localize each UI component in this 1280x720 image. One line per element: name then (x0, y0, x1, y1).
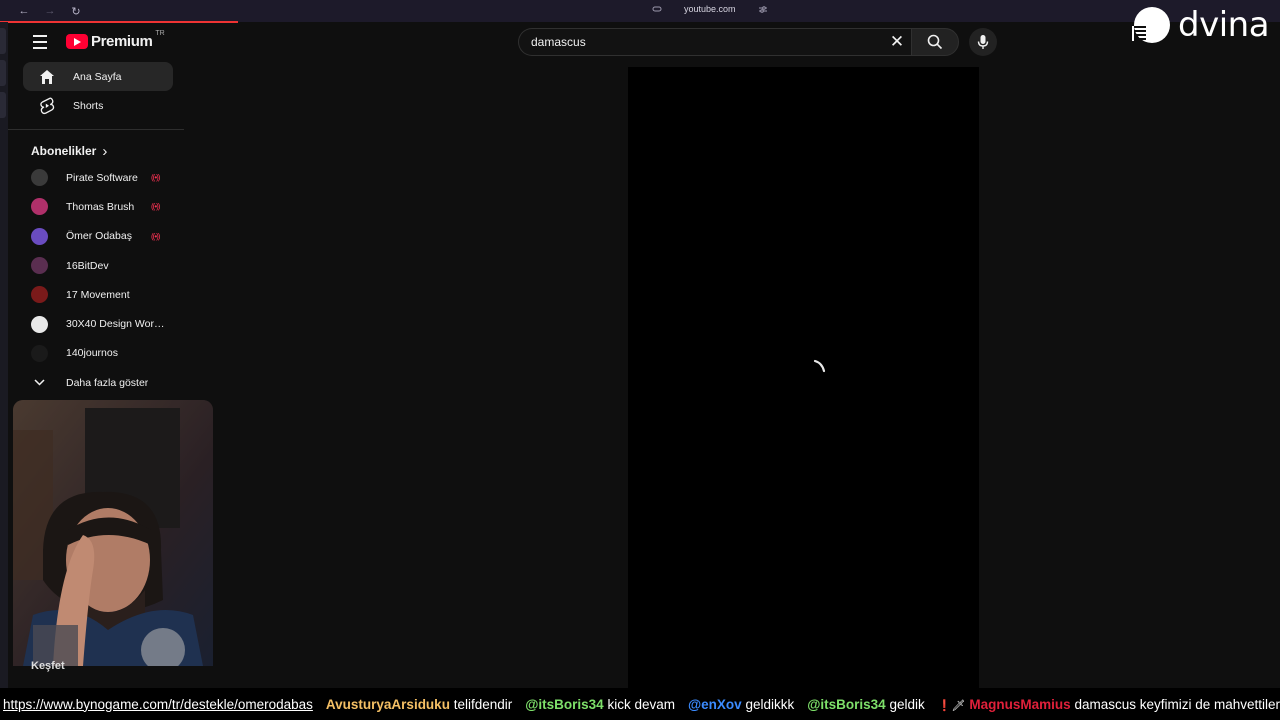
channel-avatar (31, 344, 48, 362)
link-icon (652, 6, 662, 12)
chat-message: @enXov geldikkk (688, 697, 794, 712)
youtube-header: Premium TR damascus ✕ (8, 22, 1280, 62)
reload-icon[interactable]: ↻ (70, 5, 82, 18)
site-settings-icon[interactable] (758, 5, 768, 14)
url-text: youtube.com (684, 4, 736, 14)
browser-toolbar: ← → ↻ youtube.com (0, 0, 1280, 23)
streamer-face-image (13, 400, 213, 666)
channel-name: 17 Movement (66, 288, 130, 301)
live-indicator-icon: ((•)) (151, 173, 161, 183)
chat-username: @itsBoris34 (807, 696, 886, 712)
sidebar-item-home[interactable]: Ana Sayfa (23, 62, 173, 91)
chat-username: @itsBoris34 (525, 696, 604, 712)
dvina-logo-icon (1132, 7, 1170, 43)
subscription-item[interactable]: 140journos (8, 339, 184, 368)
chat-text: geldik (889, 696, 925, 712)
forward-icon[interactable]: → (44, 5, 56, 17)
channel-avatar (31, 257, 48, 275)
chat-text: telifdendir (453, 696, 513, 712)
search-input[interactable]: damascus (519, 35, 883, 49)
shorts-icon (38, 97, 56, 115)
subscription-item[interactable]: 16BitDev (8, 251, 184, 280)
sidebar-item-label: Shorts (73, 99, 104, 112)
youtube-play-icon (66, 34, 88, 49)
dvina-watermark: dvina (1132, 5, 1270, 45)
channel-avatar (31, 169, 48, 187)
video-player[interactable] (628, 67, 979, 688)
channel-name: 140journos (66, 347, 118, 360)
hamburger-menu-button[interactable] (30, 30, 50, 54)
voice-search-button[interactable] (969, 28, 997, 56)
chat-text: kick devam (607, 696, 675, 712)
channel-name: Pirate Software (66, 171, 138, 184)
subscription-item[interactable]: 30X40 Design Work... (8, 309, 184, 338)
sidebar: Ana Sayfa Shorts Abonelikler › Pirate So… (8, 62, 184, 397)
chat-text: geldikkk (745, 696, 795, 712)
chat-username: @enXov (688, 696, 742, 712)
home-icon (38, 68, 56, 86)
back-icon[interactable]: ← (18, 5, 30, 17)
search-box[interactable]: damascus ✕ (518, 28, 911, 56)
loading-spinner-icon (813, 359, 826, 373)
sidebar-item-label: Ana Sayfa (73, 70, 122, 83)
dvina-wordmark: dvina (1178, 5, 1270, 45)
sidebar-divider (8, 129, 184, 130)
subscription-item[interactable]: Pirate Software ((•)) (8, 163, 184, 192)
sidebar-explore-heading[interactable]: Keşfet (31, 660, 65, 672)
live-indicator-icon: ((•)) (151, 231, 161, 241)
subscriptions-title: Abonelikler (31, 144, 97, 158)
chat-ticker: https://www.bynogame.com/tr/destekle/ome… (0, 688, 1280, 720)
live-indicator-icon: ((•)) (151, 202, 161, 212)
chat-message: AvusturyaArsiduku telifdendir (326, 697, 512, 712)
clear-search-icon[interactable]: ✕ (883, 32, 911, 52)
address-bar[interactable]: youtube.com (652, 4, 768, 14)
logo-text: Premium (91, 33, 153, 50)
microphone-icon (977, 35, 989, 49)
channel-name: 16BitDev (66, 259, 109, 272)
region-code: TR (155, 30, 165, 37)
youtube-premium-logo[interactable]: Premium TR (66, 30, 165, 50)
show-more-label: Daha fazla göster (66, 376, 149, 389)
chat-badge-icon: ❗🗡 (937, 699, 966, 712)
search-icon (927, 34, 943, 50)
sidebar-item-shorts[interactable]: Shorts (23, 91, 173, 120)
subscription-item[interactable]: Ömer Odabaş ((•)) (8, 222, 184, 251)
chat-message: @itsBoris34 geldik (807, 697, 925, 712)
chat-text: damascus keyfimizi de mahvettiler (1074, 696, 1280, 712)
channel-avatar (31, 198, 48, 216)
donation-link[interactable]: https://www.bynogame.com/tr/destekle/ome… (3, 697, 313, 712)
channel-name: Thomas Brush (66, 200, 135, 213)
channel-avatar (31, 315, 48, 333)
chevron-down-icon (31, 379, 48, 386)
channel-name: 30X40 Design Work... (66, 318, 166, 331)
search-button[interactable] (911, 28, 959, 56)
side-panel-strip (0, 22, 8, 688)
chevron-right-icon: › (102, 142, 108, 160)
channel-avatar (31, 286, 48, 304)
show-more-button[interactable]: Daha fazla göster (8, 368, 184, 397)
chat-message: @itsBoris34 kick devam (525, 697, 675, 712)
chat-message: ❗🗡 MagnusMamius damascus keyfimizi de mah… (938, 697, 1280, 712)
channel-name: Ömer Odabaş (66, 230, 132, 243)
channel-avatar (31, 227, 48, 245)
chat-username: MagnusMamius (969, 696, 1071, 712)
streamer-webcam (13, 400, 213, 666)
chat-username: AvusturyaArsiduku (325, 696, 450, 712)
subscriptions-heading[interactable]: Abonelikler › (8, 139, 184, 163)
subscription-item[interactable]: Thomas Brush ((•)) (8, 192, 184, 221)
subscription-item[interactable]: 17 Movement (8, 280, 184, 309)
